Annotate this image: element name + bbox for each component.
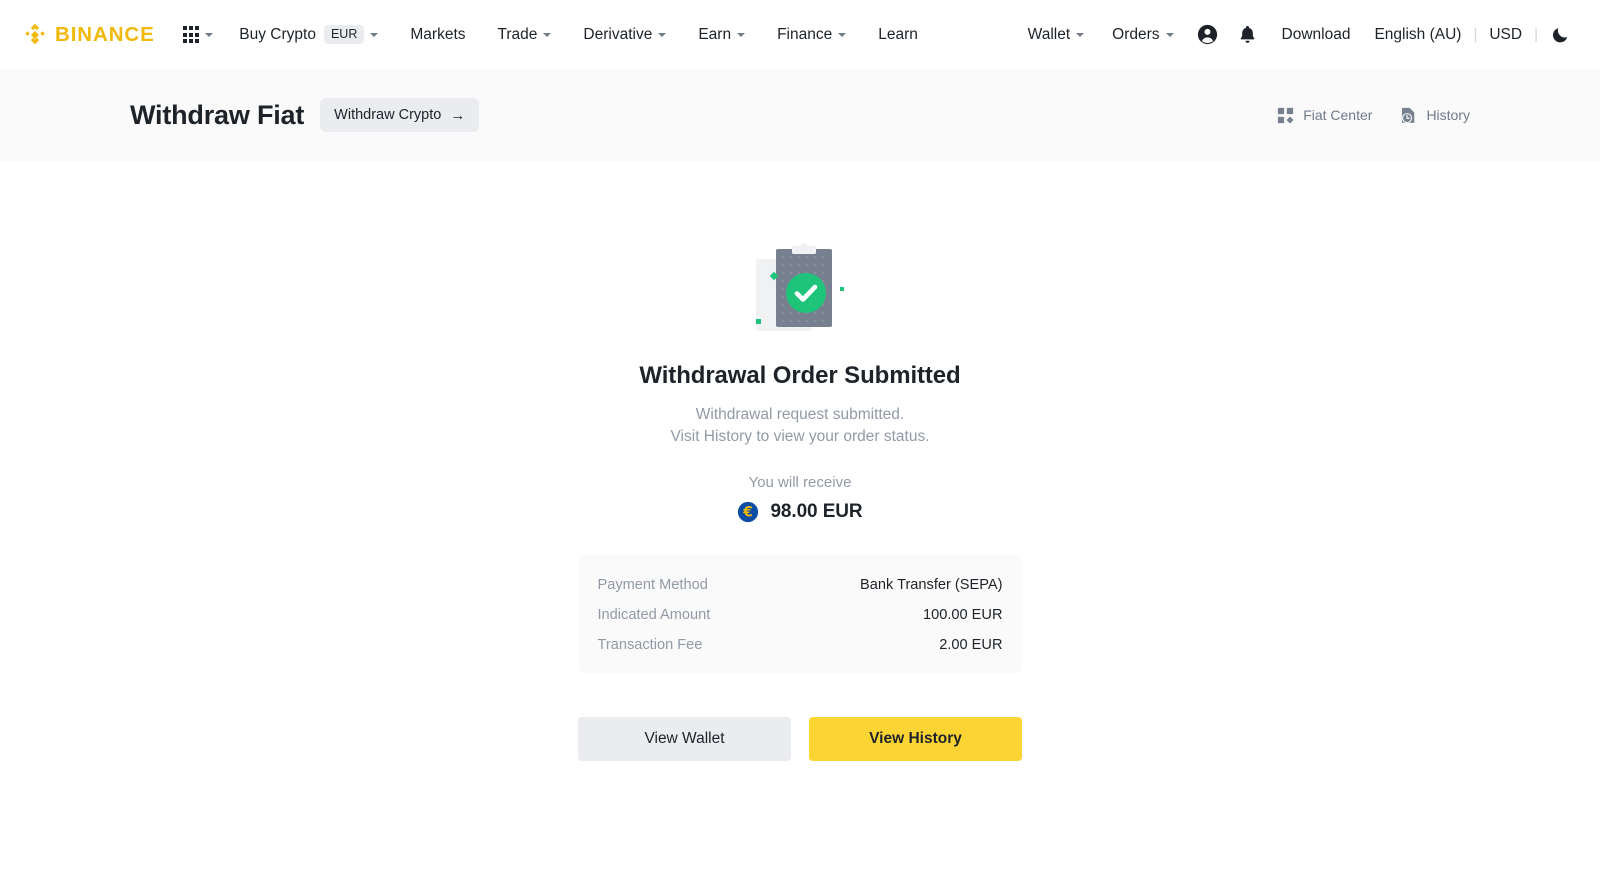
header-actions: Fiat Center History (1277, 107, 1470, 124)
moon-icon (1552, 28, 1567, 43)
chevron-down-icon (543, 32, 552, 37)
svg-text:€: € (743, 505, 754, 521)
history-label: History (1426, 107, 1470, 123)
clipboard-success-check-icon (756, 243, 844, 331)
primary-nav-items: Buy Crypto EUR Markets Trade Derivative … (239, 0, 934, 69)
nav-item-finance[interactable]: Finance (761, 0, 862, 69)
brand-name: BINANCE (55, 22, 155, 46)
nav-item-learn[interactable]: Learn (862, 0, 934, 69)
nav-item-label: Markets (410, 26, 466, 43)
fiat-center-label: Fiat Center (1303, 107, 1373, 123)
switch-to-withdraw-crypto-button[interactable]: Withdraw Crypto → (320, 98, 480, 132)
nav-item-wallet[interactable]: Wallet (1014, 0, 1099, 69)
result-title: Withdrawal Order Submitted (639, 362, 961, 389)
receive-label: You will receive (748, 474, 852, 491)
chevron-down-icon (658, 32, 667, 37)
receive-amount-row: € 98.00 EUR (737, 501, 863, 523)
receive-amount-value: 98.00 EUR (770, 501, 863, 522)
nav-item-buy-crypto[interactable]: Buy Crypto EUR (239, 0, 394, 69)
grid-apps-icon (182, 26, 200, 43)
bell-icon (1240, 25, 1255, 43)
result-subtitle-line-1: Withdrawal request submitted. (695, 406, 905, 423)
currency-selector[interactable]: USD (1479, 26, 1532, 44)
fiat-center-grid-icon (1278, 107, 1294, 123)
page-header-band: Withdraw Fiat Withdraw Crypto → Fiat Cen… (0, 69, 1600, 161)
chevron-down-icon (838, 32, 847, 37)
nav-item-label: Finance (777, 26, 833, 43)
nav-item-label: Wallet (1027, 26, 1071, 43)
nav-item-label: Derivative (583, 26, 653, 43)
apps-grid-button[interactable] (182, 26, 214, 43)
nav-item-label: Download (1281, 26, 1351, 43)
chevron-down-icon (370, 32, 379, 37)
secondary-nav-items: Wallet Orders Download English (AU) | US… (1014, 0, 1580, 69)
arrow-right-icon: → (450, 106, 466, 124)
nav-item-label: Orders (1112, 26, 1160, 43)
user-account-button[interactable] (1188, 0, 1228, 69)
detail-row-indicated-amount: Indicated Amount 100.00 EUR (598, 607, 1003, 623)
chevron-down-icon (1165, 32, 1174, 37)
chevron-down-icon (205, 32, 214, 37)
nav-divider-1: | (1473, 26, 1478, 43)
result-subtitle-line-2: Visit History to view your order status. (670, 428, 930, 445)
nav-currency-chip[interactable]: EUR (323, 25, 365, 44)
switch-button-label: Withdraw Crypto (334, 107, 442, 123)
top-navigation-bar: BINANCE Buy Crypto EUR Markets Trade Der… (0, 0, 1600, 69)
chevron-down-icon (737, 32, 746, 37)
fiat-center-link[interactable]: Fiat Center (1277, 107, 1372, 124)
language-selector[interactable]: English (AU) (1364, 26, 1471, 44)
nav-item-earn[interactable]: Earn (682, 0, 761, 69)
detail-row-transaction-fee: Transaction Fee 2.00 EUR (598, 637, 1003, 653)
action-buttons-row: View Wallet View History (578, 717, 1022, 761)
nav-item-markets[interactable]: Markets (394, 0, 481, 69)
binance-logo-link[interactable]: BINANCE (22, 22, 155, 48)
nav-item-label: Trade (497, 26, 538, 43)
page-title: Withdraw Fiat (130, 99, 305, 130)
theme-toggle-button[interactable] (1540, 0, 1580, 69)
detail-key: Payment Method (597, 577, 708, 593)
history-clock-icon (1402, 107, 1415, 123)
nav-item-label: Earn (698, 26, 732, 43)
view-wallet-button[interactable]: View Wallet (578, 717, 791, 761)
history-link[interactable]: History (1400, 107, 1470, 124)
detail-value: 100.00 EUR (922, 607, 1003, 623)
detail-key: Transaction Fee (597, 637, 703, 653)
order-details-card: Payment Method Bank Transfer (SEPA) Indi… (578, 555, 1022, 673)
nav-item-orders[interactable]: Orders (1098, 0, 1187, 69)
nav-item-trade[interactable]: Trade (482, 0, 568, 69)
chevron-down-icon (1076, 32, 1085, 37)
view-history-button[interactable]: View History (809, 717, 1022, 761)
success-illustration (754, 243, 846, 346)
detail-row-payment-method: Payment Method Bank Transfer (SEPA) (598, 577, 1003, 593)
notifications-button[interactable] (1228, 0, 1268, 69)
main-content-panel: Withdrawal Order Submitted Withdrawal re… (0, 161, 1600, 889)
detail-value: Bank Transfer (SEPA) (860, 577, 1003, 593)
binance-diamond-icon (25, 23, 45, 44)
nav-item-download[interactable]: Download (1268, 0, 1365, 69)
result-subtitle: Withdrawal request submitted. Visit Hist… (671, 404, 930, 448)
nav-divider-2: | (1534, 26, 1538, 43)
user-account-icon (1197, 24, 1218, 45)
euro-coin-icon: € (738, 501, 759, 523)
nav-item-label: Learn (878, 26, 918, 43)
detail-key: Indicated Amount (597, 607, 711, 623)
detail-value: 2.00 EUR (939, 637, 1003, 653)
nav-item-label: Buy Crypto (239, 26, 316, 43)
nav-item-derivative[interactable]: Derivative (567, 0, 682, 69)
